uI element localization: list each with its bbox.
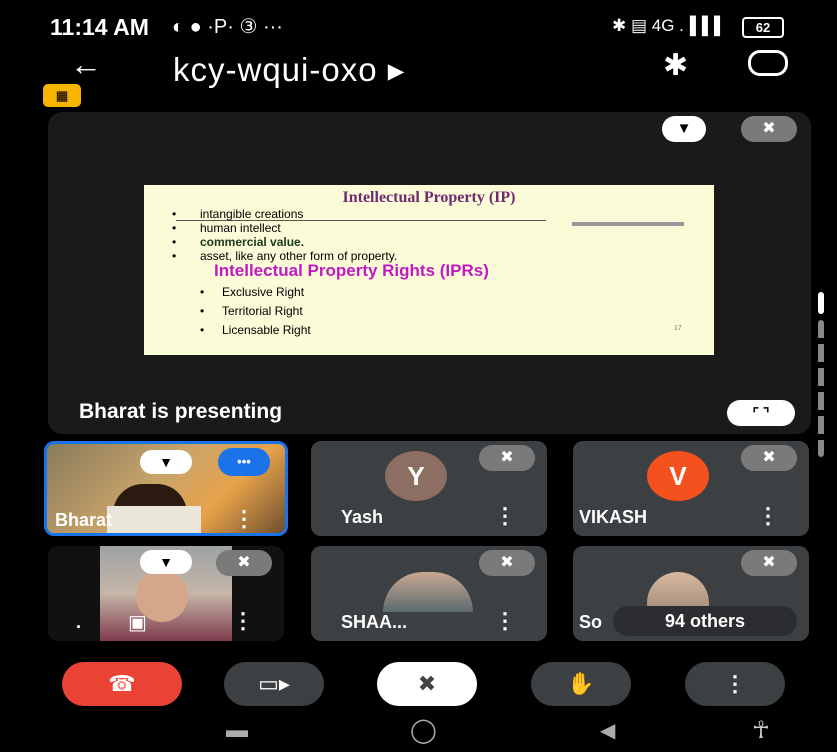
others-count-chip[interactable]: 94 others <box>613 606 797 636</box>
muted-mic-icon: ✖ <box>479 445 535 471</box>
participant-tile-bharat[interactable]: Bharat ⋮ ▼ ••• <box>44 441 288 536</box>
status-bar: 11:14 AM ◐ ● ·P· ③ ··· ✱ ▤ 4G .▐▐▐ 62 <box>0 0 837 50</box>
pin-icon[interactable]: ▼ <box>662 116 706 142</box>
participant-name: Yash <box>341 507 384 527</box>
slide-decoration <box>572 222 684 226</box>
bullet-glyph: • <box>172 207 177 221</box>
home-icon[interactable]: ◯ <box>410 716 437 745</box>
pin-icon[interactable]: ▼ <box>140 550 192 574</box>
slide-subtitle: Intellectual Property Rights (IPRs) <box>214 261 489 280</box>
recents-icon[interactable]: ▬ <box>226 717 248 743</box>
battery-icon: 62 <box>742 17 784 38</box>
slide-title: Intellectual Property (IP) <box>342 189 516 206</box>
participant-tile-vikash[interactable]: V VIKASH ⋮ ✖ <box>573 441 809 536</box>
muted-mic-icon: ✖ <box>479 550 535 576</box>
muted-mic-icon: ✖ <box>741 445 797 471</box>
slide-right-item: Exclusive Right <box>222 285 305 299</box>
slide-right-item: Territorial Right <box>222 304 303 318</box>
switch-camera-icon[interactable] <box>748 50 788 76</box>
fullscreen-icon[interactable]: ⌜ ⌝ <box>727 400 795 426</box>
more-options-icon[interactable]: ⋮ <box>757 503 779 529</box>
slide-bullet: commercial value. <box>200 235 305 249</box>
more-options-icon[interactable]: ⋮ <box>494 608 516 634</box>
participant-tile-self[interactable]: . ▣ ⋮ ▼ ✖ <box>48 546 284 641</box>
mic-toggle-button[interactable]: ✖ <box>377 662 477 706</box>
participant-name: Bharat <box>55 510 113 530</box>
presenter-muted-icon: ✖ <box>741 116 797 142</box>
status-signal-icons: ✱ ▤ 4G .▐▐▐ <box>612 16 721 35</box>
presenting-label: Bharat is presenting <box>79 400 283 423</box>
bullet-glyph: • <box>200 304 205 318</box>
recording-badge-icon: ▦ <box>43 84 81 107</box>
bullet-glyph: • <box>200 323 205 337</box>
scrollbar-thumb[interactable] <box>818 292 824 314</box>
participant-name: So <box>579 612 603 632</box>
slide-right-item: Licensable Right <box>222 323 311 337</box>
participant-name: SHAA... <box>341 612 408 632</box>
participant-tile-yash[interactable]: Y Yash ⋮ ✖ <box>311 441 547 536</box>
avatar: V <box>647 451 709 501</box>
back-arrow-icon[interactable]: ← <box>70 46 102 83</box>
participant-tile-others[interactable]: So 94 others ✖ <box>573 546 809 641</box>
meeting-code[interactable]: kcy-wqui-oxo ▸ <box>173 50 405 89</box>
participant-shirt <box>107 506 201 533</box>
bluetooth-icon[interactable]: ✱ <box>663 48 688 83</box>
bullet-glyph: • <box>200 285 205 299</box>
avatar: Y <box>385 451 447 501</box>
pin-icon[interactable]: ▼ <box>140 450 192 474</box>
bullet-glyph: • <box>172 221 177 235</box>
raise-hand-button[interactable]: ✋ <box>531 662 631 706</box>
speaking-indicator-icon: ••• <box>218 448 270 476</box>
slide-bullet: intangible creations <box>200 207 304 221</box>
back-nav-icon[interactable]: ◀ <box>600 718 615 743</box>
slide-page-mark: 17 <box>674 325 682 332</box>
participant-tile-shaa[interactable]: SHAA... ⋮ ✖ <box>311 546 547 641</box>
bullet-glyph: • <box>172 249 177 263</box>
participant-name: VIKASH <box>579 507 648 527</box>
end-call-button[interactable]: ☎ <box>62 662 182 706</box>
shared-slide: Intellectual Property (IP) • intangible … <box>144 185 714 355</box>
presenting-icon: ▣ <box>128 612 147 634</box>
slide-bullet: human intellect <box>200 221 281 235</box>
status-notification-icons: ◐ ● ·P· ③ ··· <box>172 16 283 38</box>
status-time: 11:14 AM <box>50 14 149 40</box>
scrollbar-track <box>818 320 824 457</box>
more-options-icon[interactable]: ⋮ <box>494 503 516 529</box>
participant-name: . <box>76 612 82 632</box>
muted-mic-icon: ✖ <box>741 550 797 576</box>
avatar <box>383 572 473 612</box>
more-options-icon[interactable]: ⋮ <box>233 506 255 532</box>
more-options-button[interactable]: ⋮ <box>685 662 785 706</box>
muted-mic-icon: ✖ <box>216 550 272 576</box>
camera-toggle-button[interactable]: ▭▸ <box>224 662 324 706</box>
accessibility-icon[interactable]: ☥ <box>752 716 770 745</box>
scrollbar[interactable] <box>818 292 824 457</box>
bullet-glyph: • <box>172 235 177 249</box>
system-nav-bar: ▬ ◯ ◀ ☥ <box>0 708 837 752</box>
more-options-icon[interactable]: ⋮ <box>232 608 254 634</box>
